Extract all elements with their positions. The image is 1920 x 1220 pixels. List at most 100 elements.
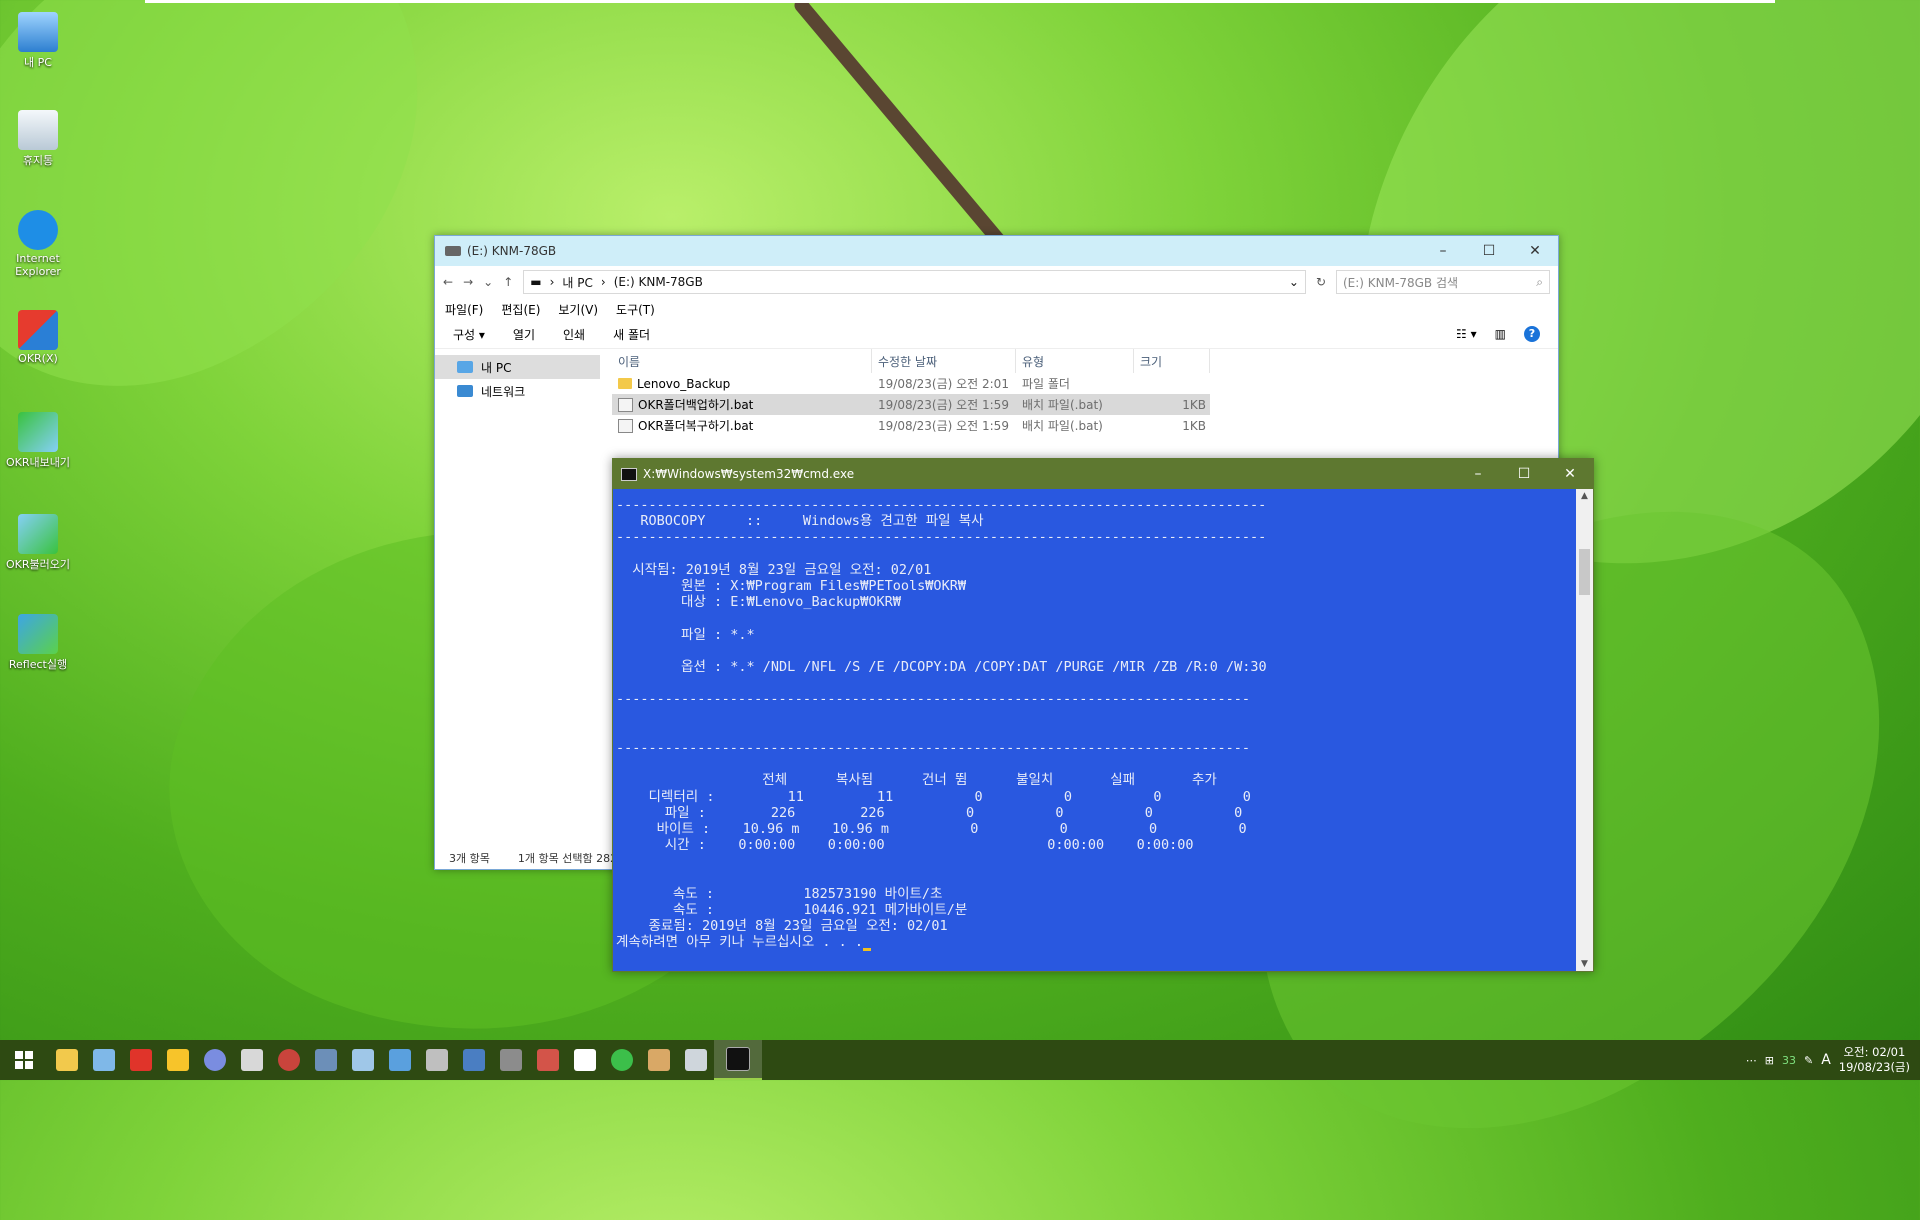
taskbar-archive[interactable] xyxy=(640,1040,677,1080)
desktop-icon-label: OKR불러오기 xyxy=(6,558,70,571)
taskbar-utility[interactable] xyxy=(307,1040,344,1080)
desktop-icon-label: Reflect실행 xyxy=(8,658,68,671)
start-button[interactable] xyxy=(0,1040,48,1080)
maximize-button[interactable]: ☐ xyxy=(1466,243,1512,259)
menu-tools[interactable]: 도구(T) xyxy=(616,301,655,318)
tray-number[interactable]: 33 xyxy=(1782,1054,1796,1067)
desktop-icon-my-pc[interactable]: 내 PC xyxy=(2,12,74,70)
console-output[interactable]: ----------------------------------------… xyxy=(613,489,1576,971)
column-header-date[interactable]: 수정한 날짜 xyxy=(872,349,1016,373)
file-row[interactable]: Lenovo_Backup 19/08/23(금) 오전 2:01 파일 폴더 xyxy=(612,373,1558,394)
okr-export-icon xyxy=(18,412,58,452)
taskbar-tool[interactable] xyxy=(233,1040,270,1080)
computer-icon xyxy=(457,361,473,373)
close-button[interactable]: ✕ xyxy=(1547,466,1593,482)
taskbar-app-red[interactable] xyxy=(122,1040,159,1080)
menu-view[interactable]: 보기(V) xyxy=(558,301,598,318)
taskbar-computer[interactable] xyxy=(85,1040,122,1080)
address-bar[interactable]: ▬ › 내 PC › (E:) KNM-78GB ⌄ xyxy=(523,270,1306,294)
desktop-icon-reflect[interactable]: Reflect실행 xyxy=(2,614,74,672)
column-header-type[interactable]: 유형 xyxy=(1016,349,1134,373)
clock[interactable]: 오전: 02/01 19/08/23(금) xyxy=(1839,1045,1910,1075)
computer-icon xyxy=(18,12,58,52)
vertical-scrollbar[interactable]: ▲ ▼ xyxy=(1576,489,1593,971)
app-icon xyxy=(277,1049,300,1071)
console-line: 옵션 : *.* /NDL /NFL /S /E /DCOPY:DA /COPY… xyxy=(616,659,1267,676)
organize-button[interactable]: 구성 ▾ xyxy=(453,326,485,343)
pen-tray-icon[interactable]: ✎ xyxy=(1804,1054,1813,1067)
ime-indicator[interactable]: A xyxy=(1821,1052,1831,1068)
desktop-icon-label: 휴지통 xyxy=(22,154,54,167)
explorer-titlebar[interactable]: (E:) KNM-78GB – ☐ ✕ xyxy=(435,236,1558,266)
desktop-icon-internet-explorer[interactable]: Internet Explorer xyxy=(2,210,74,278)
nav-item-my-pc[interactable]: 내 PC xyxy=(435,355,600,379)
maximize-button[interactable]: ☐ xyxy=(1501,466,1547,482)
file-row-selected[interactable]: OKR폴더백업하기.bat 19/08/23(금) 오전 1:59 배치 파일(… xyxy=(612,394,1210,415)
open-button[interactable]: 열기 xyxy=(513,326,535,343)
column-header-size[interactable]: 크기 xyxy=(1134,349,1210,373)
network-icon xyxy=(536,1049,559,1071)
taskbar-file-explorer[interactable] xyxy=(48,1040,85,1080)
desktop-icon-recycle-bin[interactable]: 휴지통 xyxy=(2,110,74,168)
menu-edit[interactable]: 편집(E) xyxy=(501,301,540,318)
menu-file[interactable]: 파일(F) xyxy=(445,301,483,318)
preview-pane-icon[interactable]: ▥ xyxy=(1495,327,1506,341)
search-box[interactable]: (E:) KNM-78GB 검색 ⌕ xyxy=(1336,270,1550,294)
folder-icon xyxy=(618,378,632,389)
scroll-up-icon[interactable]: ▲ xyxy=(1576,489,1593,503)
taskbar-monitor[interactable] xyxy=(455,1040,492,1080)
taskbar-shield[interactable] xyxy=(566,1040,603,1080)
up-arrow-icon[interactable]: ↑ xyxy=(503,275,513,289)
scrollbar-thumb[interactable] xyxy=(1579,549,1590,595)
taskbar-sync[interactable] xyxy=(603,1040,640,1080)
taskbar-app[interactable] xyxy=(270,1040,307,1080)
taskbar-cmd[interactable] xyxy=(714,1040,762,1080)
taskbar-network[interactable] xyxy=(529,1040,566,1080)
new-folder-button[interactable]: 새 폴더 xyxy=(613,326,650,343)
refresh-icon[interactable]: ↻ xyxy=(1316,275,1326,289)
breadcrumb-drive[interactable]: (E:) KNM-78GB xyxy=(614,275,703,289)
cmd-icon xyxy=(621,467,637,481)
desktop-icon-okr[interactable]: OKR(X) xyxy=(2,310,74,365)
scroll-down-icon[interactable]: ▼ xyxy=(1576,957,1593,971)
back-arrow-icon[interactable]: ← xyxy=(443,275,453,289)
recent-dropdown-icon[interactable]: ⌄ xyxy=(483,275,493,289)
taskbar-windows-tool[interactable] xyxy=(381,1040,418,1080)
taskbar-disk[interactable] xyxy=(344,1040,381,1080)
file-date: 19/08/23(금) 오전 2:01 xyxy=(878,377,1009,391)
minimize-button[interactable]: – xyxy=(1420,243,1466,259)
forward-arrow-icon[interactable]: → xyxy=(463,275,473,289)
batch-file-icon xyxy=(618,418,633,433)
desktop-icon-okr-import[interactable]: OKR불러오기 xyxy=(2,514,74,572)
help-icon[interactable]: ? xyxy=(1524,326,1540,342)
navigation-bar: ← → ⌄ ↑ ▬ › 내 PC › (E:) KNM-78GB ⌄ ↻ (E:… xyxy=(435,266,1558,298)
tray-dots-icon[interactable]: ⋯ xyxy=(1746,1054,1757,1067)
taskbar-player[interactable] xyxy=(159,1040,196,1080)
desktop-icon-okr-export[interactable]: OKR내보내기 xyxy=(2,412,74,470)
batch-file-icon xyxy=(618,397,633,412)
print-button[interactable]: 인쇄 xyxy=(563,326,585,343)
file-type: 배치 파일(.bat) xyxy=(1022,398,1103,412)
browser-icon xyxy=(203,1049,226,1071)
close-button[interactable]: ✕ xyxy=(1512,243,1558,259)
taskbar-drive[interactable] xyxy=(677,1040,714,1080)
app-icon xyxy=(129,1049,152,1071)
breadcrumb-my-pc[interactable]: 내 PC xyxy=(562,274,592,291)
console-prompt: 계속하려면 아무 키나 누르십시오 . . . xyxy=(616,934,1576,951)
nav-item-network[interactable]: 네트워크 xyxy=(435,379,600,403)
taskbar-browser[interactable] xyxy=(196,1040,233,1080)
taskbar-registry[interactable] xyxy=(492,1040,529,1080)
cmd-titlebar[interactable]: X:₩Windows₩system32₩cmd.exe – ☐ ✕ xyxy=(613,459,1593,489)
nav-item-label: 네트워크 xyxy=(481,384,526,399)
chevron-down-icon[interactable]: ⌄ xyxy=(1289,275,1299,289)
taskbar-scissors[interactable] xyxy=(418,1040,455,1080)
file-row[interactable]: OKR폴더복구하기.bat 19/08/23(금) 오전 1:59 배치 파일(… xyxy=(612,415,1558,436)
minimize-button[interactable]: – xyxy=(1455,466,1501,482)
view-options-icon[interactable]: ☷ ▾ xyxy=(1456,327,1477,341)
disk-icon xyxy=(351,1049,374,1071)
network-tray-icon[interactable]: ⊞ xyxy=(1765,1054,1774,1067)
console-line: 시간 : 0:00:00 0:00:00 0:00:00 0:00:00 xyxy=(616,837,1194,854)
column-header-name[interactable]: 이름 xyxy=(612,349,872,373)
